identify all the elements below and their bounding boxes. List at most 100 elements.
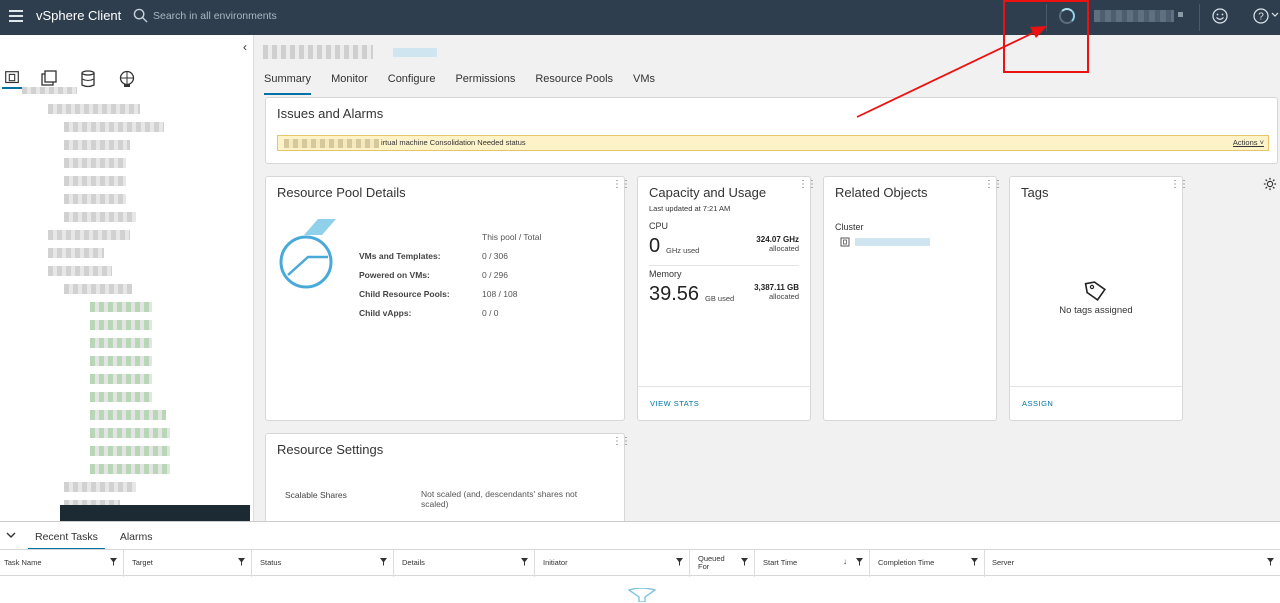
alarm-banner: irtual machine Consolidation Needed stat…: [277, 135, 1269, 151]
column-label: Initiator: [543, 558, 568, 567]
col-start-time[interactable]: Start Time ↓: [759, 550, 870, 577]
drag-handle-icon[interactable]: ⋮⋮: [798, 180, 817, 193]
filter-icon[interactable]: [380, 558, 387, 566]
tree-node[interactable]: [48, 230, 130, 240]
user-menu[interactable]: [1094, 10, 1174, 22]
global-search[interactable]: [133, 6, 383, 28]
tree-node[interactable]: [90, 410, 166, 420]
view-stats-link[interactable]: VIEW STATS: [650, 399, 699, 408]
search-input[interactable]: [153, 7, 373, 25]
col-queued-for[interactable]: Queued For: [694, 550, 755, 577]
filter-icon[interactable]: [238, 558, 245, 566]
networking-tab-icon[interactable]: [117, 69, 137, 89]
tree-node[interactable]: [64, 176, 126, 186]
svg-text:?: ?: [1258, 12, 1264, 23]
memory-allocated-value: 3,387.11 GB: [754, 283, 799, 292]
tree-node[interactable]: [90, 464, 170, 474]
filter-icon[interactable]: [741, 558, 748, 566]
memory-allocated: 3,387.11 GB allocated: [754, 283, 799, 301]
feedback-smiley-icon[interactable]: [1212, 8, 1228, 24]
tree-node[interactable]: [64, 284, 132, 294]
tab-resource-pools[interactable]: Resource Pools: [535, 69, 613, 95]
collapse-panel-chevron-icon[interactable]: [6, 530, 16, 540]
tree-node[interactable]: [90, 392, 152, 402]
tree-node[interactable]: [90, 428, 170, 438]
tab-summary[interactable]: Summary: [264, 69, 312, 95]
assign-tag-link[interactable]: ASSIGN: [1022, 399, 1053, 408]
col-details[interactable]: Details: [398, 550, 535, 577]
filter-icon[interactable]: [971, 558, 978, 566]
tree-node[interactable]: [90, 320, 152, 330]
object-header: [263, 45, 443, 59]
tab-alarms[interactable]: Alarms: [113, 527, 160, 550]
alarm-object-name: [284, 139, 379, 148]
gear-icon[interactable]: [1263, 177, 1277, 191]
filter-icon[interactable]: [110, 558, 117, 566]
tree-node[interactable]: [64, 194, 126, 204]
tab-permissions[interactable]: Permissions: [455, 69, 515, 95]
column-label: Server: [992, 558, 1015, 567]
tree-node[interactable]: [90, 302, 152, 312]
column-label: Status: [260, 558, 282, 567]
tree-node[interactable]: [64, 158, 126, 168]
filter-icon[interactable]: [676, 558, 683, 566]
cluster-link[interactable]: [855, 238, 930, 246]
tab-recent-tasks[interactable]: Recent Tasks: [28, 527, 105, 550]
storage-tab-icon[interactable]: [78, 69, 98, 89]
filter-icon[interactable]: [1267, 558, 1274, 566]
tree-node[interactable]: [48, 104, 140, 114]
alarm-actions-label[interactable]: Actions: [1233, 138, 1258, 147]
powered-on-vms-label: Powered on VMs:: [359, 270, 430, 280]
collapse-navigator-icon[interactable]: ‹: [243, 41, 253, 53]
tree-node-selected[interactable]: [60, 505, 250, 521]
tab-vms[interactable]: VMs: [633, 69, 655, 95]
tree-node[interactable]: [64, 482, 136, 492]
drag-handle-icon[interactable]: ⋮⋮: [612, 180, 631, 193]
sort-descending-icon[interactable]: ↓: [843, 558, 847, 566]
tab-configure[interactable]: Configure: [388, 69, 436, 95]
tree-node[interactable]: [64, 140, 130, 150]
tree-node[interactable]: [64, 212, 136, 222]
tree-node[interactable]: [48, 248, 104, 258]
main-content: Summary Monitor Configure Permissions Re…: [255, 35, 1280, 521]
resource-pool-icon: [279, 219, 336, 289]
card-title: Resource Settings: [277, 442, 384, 457]
tree-node[interactable]: [48, 266, 112, 276]
menu-icon[interactable]: [9, 10, 23, 22]
drag-handle-icon[interactable]: ⋮⋮: [1170, 180, 1189, 193]
filter-icon[interactable]: [856, 558, 863, 566]
cpu-allocated-word: allocated: [768, 244, 799, 253]
col-target[interactable]: Target: [128, 550, 252, 577]
tree-node[interactable]: [90, 356, 152, 366]
user-chevron-icon[interactable]: [1178, 12, 1183, 17]
memory-used-value: 39.56: [649, 283, 700, 305]
alarm-actions-menu[interactable]: Actions ˅: [1233, 138, 1264, 147]
hosts-clusters-tab-icon[interactable]: [2, 69, 22, 89]
help-chevron-icon[interactable]: [1271, 12, 1279, 18]
drag-handle-icon[interactable]: ⋮⋮: [984, 180, 1003, 193]
filter-icon[interactable]: [521, 558, 528, 566]
cpu-label: CPU: [649, 221, 669, 231]
col-initiator[interactable]: Initiator: [539, 550, 690, 577]
cluster-label: Cluster: [835, 222, 864, 232]
drag-handle-icon[interactable]: ⋮⋮: [612, 437, 631, 450]
tab-monitor[interactable]: Monitor: [331, 69, 368, 95]
col-task-name[interactable]: Task Name: [0, 550, 124, 577]
capacity-usage-card: Capacity and Usage ⋮⋮ Last updated at 7:…: [637, 176, 817, 421]
col-status[interactable]: Status: [256, 550, 394, 577]
tree-node[interactable]: [90, 338, 152, 348]
powered-on-vms-value: 0 / 296: [482, 270, 508, 280]
tree-node[interactable]: [22, 87, 77, 94]
tree-node[interactable]: [64, 122, 164, 132]
vms-templates-tab-icon[interactable]: [39, 69, 59, 89]
object-subtitle[interactable]: [393, 48, 437, 57]
tree-node[interactable]: [90, 374, 152, 384]
help-icon[interactable]: ?: [1253, 8, 1269, 24]
tasks-panel: Recent Tasks Alarms Task Name Target Sta…: [0, 521, 1280, 603]
col-server[interactable]: Server: [988, 550, 1280, 577]
tree-node[interactable]: [90, 446, 170, 456]
divider: [1199, 4, 1200, 31]
col-completion-time[interactable]: Completion Time: [874, 550, 985, 577]
app-title[interactable]: vSphere Client: [36, 8, 121, 23]
object-tabs: Summary Monitor Configure Permissions Re…: [255, 69, 666, 95]
